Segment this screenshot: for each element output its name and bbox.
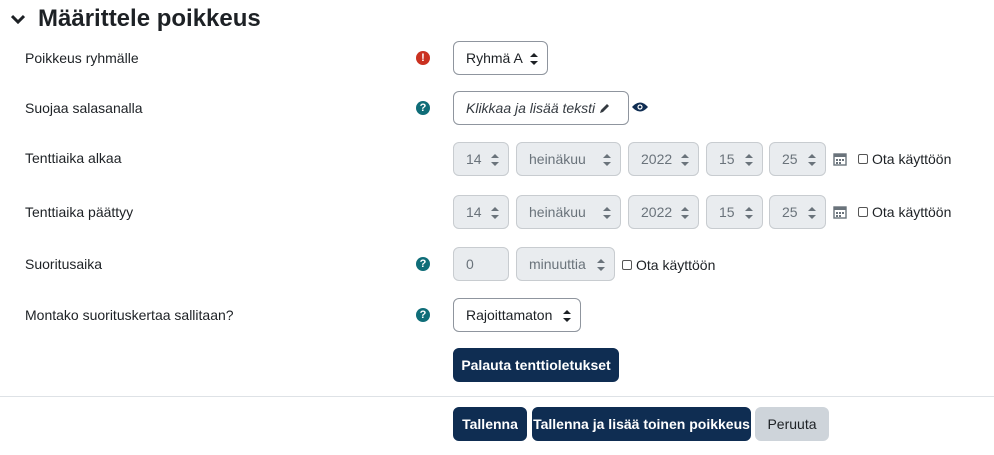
calendar-icon[interactable] — [833, 205, 847, 219]
help-icon[interactable]: ? — [416, 257, 430, 271]
calendar-icon[interactable] — [833, 152, 847, 166]
divider — [0, 396, 994, 397]
required-icon: ! — [416, 51, 430, 65]
open-hour-value: 15 — [719, 151, 735, 167]
select-arrows-icon — [603, 153, 611, 167]
open-minute-value: 25 — [782, 151, 798, 167]
select-arrows-icon — [530, 52, 538, 66]
select-arrows-icon — [563, 309, 571, 323]
timelimit-unit-select[interactable]: minuuttia — [516, 247, 615, 281]
group-label: Poikkeus ryhmälle — [25, 50, 139, 66]
help-icon[interactable]: ? — [416, 101, 430, 115]
select-arrows-icon — [808, 153, 816, 167]
close-day-select[interactable]: 14 — [453, 195, 509, 229]
cancel-button[interactable]: Peruuta — [755, 407, 829, 441]
timelimit-label: Suoritusaika — [25, 256, 103, 272]
password-label: Suojaa salasanalla — [25, 100, 143, 116]
timelimit-unit-value: minuuttia — [529, 256, 586, 272]
save-button[interactable]: Tallenna — [453, 407, 527, 441]
section-header[interactable]: Määrittele poikkeus — [8, 2, 261, 36]
open-label: Tenttiaika alkaa — [25, 150, 122, 166]
close-hour-value: 15 — [719, 204, 735, 220]
revert-defaults-button[interactable]: Palauta tenttioletukset — [453, 348, 619, 382]
open-year-value: 2022 — [641, 151, 673, 167]
open-hour-select[interactable]: 15 — [706, 142, 763, 176]
help-icon[interactable]: ? — [416, 308, 430, 322]
close-minute-value: 25 — [782, 204, 798, 220]
open-year-select[interactable]: 2022 — [628, 142, 699, 176]
open-enable-checkbox[interactable]: Ota käyttöön — [858, 151, 951, 167]
eye-icon[interactable] — [632, 100, 648, 118]
save-and-add-button[interactable]: Tallenna ja lisää toinen poikkeus — [532, 407, 751, 441]
timelimit-enable-label: Ota käyttöön — [636, 257, 716, 273]
open-day-value: 14 — [466, 151, 482, 167]
close-month-value: heinäkuu — [529, 204, 586, 220]
select-arrows-icon — [681, 153, 689, 167]
close-hour-select[interactable]: 15 — [706, 195, 763, 229]
checkbox-box[interactable] — [858, 207, 868, 217]
close-label: Tenttiaika päättyy — [25, 204, 134, 220]
open-day-select[interactable]: 14 — [453, 142, 509, 176]
chevron-down-icon[interactable] — [8, 9, 28, 29]
close-year-value: 2022 — [641, 204, 673, 220]
attempts-value: Rajoittamaton — [466, 307, 553, 323]
close-enable-label: Ota käyttöön — [872, 204, 952, 220]
select-arrows-icon — [745, 206, 753, 220]
close-year-select[interactable]: 2022 — [628, 195, 699, 229]
select-arrows-icon — [603, 206, 611, 220]
group-select-value: Ryhmä A — [466, 50, 523, 66]
timelimit-input[interactable]: 0 — [453, 247, 509, 281]
timelimit-enable-checkbox[interactable]: Ota käyttöön — [622, 257, 715, 273]
pencil-icon — [599, 102, 611, 114]
select-arrows-icon — [808, 206, 816, 220]
timelimit-value: 0 — [466, 256, 474, 272]
close-minute-select[interactable]: 25 — [769, 195, 826, 229]
password-input[interactable]: Klikkaa ja lisää teksti — [453, 91, 629, 125]
select-arrows-icon — [745, 153, 753, 167]
open-month-value: heinäkuu — [529, 151, 586, 167]
group-select[interactable]: Ryhmä A — [453, 41, 548, 75]
close-enable-checkbox[interactable]: Ota käyttöön — [858, 204, 951, 220]
open-enable-label: Ota käyttöön — [872, 151, 952, 167]
close-month-select[interactable]: heinäkuu — [516, 195, 621, 229]
attempts-select[interactable]: Rajoittamaton — [453, 298, 581, 332]
checkbox-box[interactable] — [622, 260, 632, 270]
close-day-value: 14 — [466, 204, 482, 220]
select-arrows-icon — [491, 206, 499, 220]
open-month-select[interactable]: heinäkuu — [516, 142, 621, 176]
attempts-label: Montako suorituskertaa sallitaan? — [25, 307, 234, 323]
open-minute-select[interactable]: 25 — [769, 142, 826, 176]
select-arrows-icon — [681, 206, 689, 220]
password-placeholder: Klikkaa ja lisää teksti — [466, 100, 596, 116]
select-arrows-icon — [597, 258, 605, 272]
checkbox-box[interactable] — [858, 154, 868, 164]
select-arrows-icon — [491, 153, 499, 167]
section-title: Määrittele poikkeus — [38, 5, 261, 32]
